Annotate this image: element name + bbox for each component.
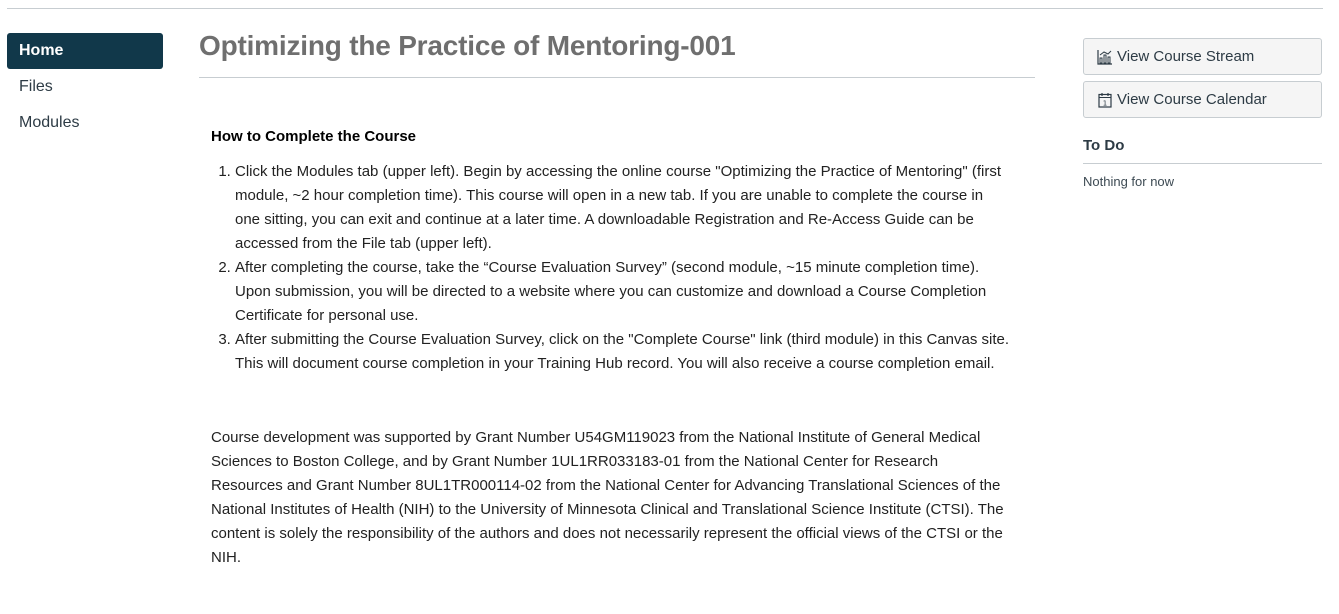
nav-item-home[interactable]: Home	[7, 33, 163, 69]
view-course-stream-label: View Course Stream	[1117, 48, 1255, 65]
todo-heading: To Do	[1083, 137, 1322, 164]
nav-item-modules[interactable]: Modules	[7, 105, 163, 141]
svg-text:1: 1	[1103, 99, 1107, 107]
instruction-step: Click the Modules tab (upper left). Begi…	[235, 160, 1011, 256]
page-title: Optimizing the Practice of Mentoring-001	[199, 30, 736, 61]
view-course-calendar-button[interactable]: 1 View Course Calendar	[1083, 81, 1322, 118]
course-body: How to Complete the Course Click the Mod…	[199, 78, 1011, 570]
instruction-list: Click the Modules tab (upper left). Begi…	[211, 160, 1011, 376]
main-content: Optimizing the Practice of Mentoring-001…	[199, 25, 1035, 570]
instruction-step: After submitting the Course Evaluation S…	[235, 328, 1011, 376]
section-heading: How to Complete the Course	[211, 128, 417, 145]
view-course-calendar-label: View Course Calendar	[1117, 91, 1267, 108]
calendar-icon: 1	[1096, 91, 1114, 109]
right-sidebar: View Course Stream 1 View Course Calenda…	[1083, 38, 1322, 189]
top-divider	[7, 8, 1323, 9]
instruction-step: After completing the course, take the “C…	[235, 256, 1011, 328]
course-navigation: Home Files Modules	[7, 33, 163, 141]
todo-empty-message: Nothing for now	[1083, 174, 1175, 189]
grant-acknowledgement: Course development was supported by Gran…	[211, 429, 1004, 566]
nav-item-files[interactable]: Files	[7, 69, 163, 105]
view-course-stream-button[interactable]: View Course Stream	[1083, 38, 1322, 75]
stream-chart-icon	[1096, 48, 1114, 66]
